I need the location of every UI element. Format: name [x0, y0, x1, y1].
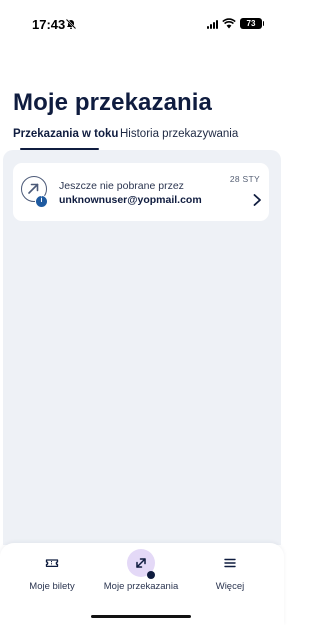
menu-icon: [224, 558, 236, 568]
recipient-email: unknownuser@yopmail.com: [59, 194, 202, 206]
nav-label: Moje przekazania: [103, 581, 179, 592]
tab-bar: Przekazania w toku Historia przekazywani…: [0, 126, 284, 152]
status-time: 17:43: [32, 17, 66, 32]
signal-icon: [207, 19, 218, 29]
page-title: Moje przekazania: [13, 89, 213, 116]
notification-dot: [147, 571, 155, 579]
nav-label: Moje bilety: [29, 581, 75, 592]
wifi-icon: [222, 18, 236, 29]
tab-transfers-in-progress[interactable]: Przekazania w toku: [13, 128, 118, 140]
status-bar: 17:43 73: [0, 0, 284, 44]
nav-label: Więcej: [215, 581, 245, 592]
chevron-right-icon: [253, 194, 261, 206]
transfer-date: 28 STY: [229, 174, 260, 184]
transfer-card[interactable]: i Jeszcze nie pobrane przez unknownuser@…: [13, 163, 269, 221]
tab-transfer-history[interactable]: Historia przekazywania: [120, 128, 238, 140]
info-badge: i: [35, 195, 48, 208]
nav-my-transfers[interactable]: Moje przekazania: [96, 543, 186, 603]
bell-slash-icon: [65, 18, 77, 30]
bottom-navigation: Moje bilety Moje przekazania Więcej: [0, 543, 284, 625]
battery-icon: 73: [240, 18, 264, 29]
status-indicators: 73: [207, 18, 264, 29]
transfer-status-text: Jeszcze nie pobrane przez: [59, 180, 184, 192]
nav-more[interactable]: Więcej: [185, 543, 275, 603]
ticket-icon: [45, 559, 59, 568]
nav-my-tickets[interactable]: Moje bilety: [7, 543, 97, 603]
transfer-arrows-icon: [136, 558, 146, 568]
home-indicator: [91, 615, 191, 618]
